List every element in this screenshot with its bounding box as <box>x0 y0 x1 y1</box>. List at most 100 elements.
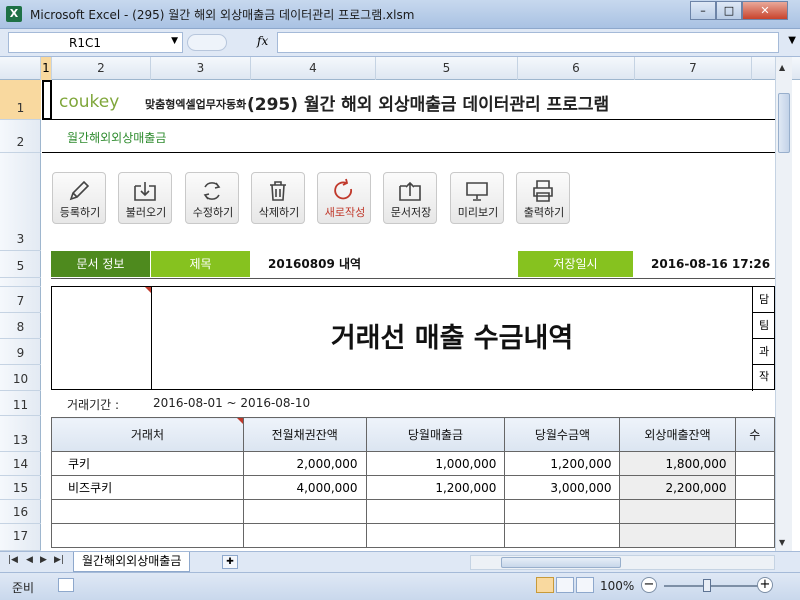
delete-button[interactable]: 삭제하기 <box>251 172 305 224</box>
worksheet-grid[interactable]: coukey 맞춤형엑셀업무자동화 (295) 월간 해외 외상매출금 데이터관… <box>42 80 775 551</box>
column-header[interactable]: 1 <box>41 57 52 80</box>
insert-sheet-icon[interactable]: ✚ <box>222 555 238 569</box>
table-header-row: 거래처 전월채권잔액 당월매출금 당월수금액 외상매출잔액 수 <box>51 417 775 452</box>
register-button-label: 등록하기 <box>59 206 101 219</box>
column-header[interactable]: 2 <box>52 57 151 80</box>
row-header[interactable]: 11 <box>0 391 41 416</box>
row-header[interactable] <box>0 278 41 287</box>
report-header-box: 거래선 매출 수금내역 담 팀 과 작 <box>51 286 775 391</box>
save-document-button[interactable]: 문서저장 <box>383 172 437 224</box>
page-layout-view-button[interactable] <box>556 577 574 593</box>
column-header[interactable]: 3 <box>151 57 251 80</box>
formula-bar: R1C1 ▼ fx ▼ <box>0 29 800 57</box>
table-cell[interactable]: 1,000,000 <box>365 451 506 476</box>
table-row <box>51 523 775 548</box>
comment-indicator <box>236 418 243 424</box>
row-header[interactable]: 14 <box>0 452 41 476</box>
zoom-level[interactable]: 100% <box>600 579 634 593</box>
row-header[interactable]: 1 <box>0 80 41 120</box>
table-cell[interactable] <box>619 499 736 524</box>
table-cell[interactable]: 1,200,000 <box>365 475 506 500</box>
name-box[interactable]: R1C1 ▼ <box>8 32 183 53</box>
table-cell[interactable]: 1,200,000 <box>504 451 621 476</box>
table-cell[interactable] <box>242 499 367 524</box>
table-cell[interactable] <box>734 523 775 548</box>
row-header[interactable]: 8 <box>0 313 41 339</box>
row-header[interactable]: 17 <box>0 524 41 551</box>
logo-brand: coukey <box>59 92 120 112</box>
horizontal-scroll-thumb[interactable] <box>501 557 621 568</box>
column-header[interactable]: 5 <box>376 57 518 80</box>
table-cell[interactable] <box>734 451 775 476</box>
maximize-button[interactable]: □ <box>716 1 742 20</box>
edit-button-label: 수정하기 <box>192 206 234 219</box>
active-cell-r1c1[interactable] <box>42 80 52 120</box>
table-cell[interactable]: 4,000,000 <box>242 475 367 500</box>
table-cell[interactable] <box>365 523 506 548</box>
row-header[interactable]: 10 <box>0 365 41 391</box>
register-button[interactable]: 등록하기 <box>52 172 106 224</box>
sheet-tab-active[interactable]: 월간해외외상매출금 <box>73 552 191 572</box>
table-row: 쿠키 2,000,000 1,000,000 1,200,000 1,800,0… <box>51 451 775 476</box>
excel-app-icon[interactable]: X <box>6 6 22 22</box>
zoom-out-button[interactable]: − <box>641 577 657 593</box>
last-sheet-icon[interactable]: ▶| <box>54 555 64 565</box>
column-headers: 1 2 3 4 5 6 7 <box>0 57 800 80</box>
insert-function-button[interactable]: fx <box>257 34 268 48</box>
page-break-view-button[interactable] <box>576 577 594 593</box>
table-cell[interactable] <box>504 499 621 524</box>
zoom-in-button[interactable]: + <box>757 577 773 593</box>
horizontal-scrollbar[interactable] <box>470 555 775 570</box>
program-title: (295) 월간 해외 외상매출금 데이터관리 프로그램 <box>247 95 610 115</box>
table-cell[interactable]: 비즈쿠키 <box>51 475 244 500</box>
table-cell[interactable] <box>734 475 775 500</box>
table-cell[interactable]: 쿠키 <box>51 451 244 476</box>
table-cell[interactable] <box>51 523 244 548</box>
column-header[interactable]: 6 <box>518 57 635 80</box>
expand-formula-bar-icon[interactable]: ▼ <box>788 35 796 46</box>
table-cell[interactable] <box>504 523 621 548</box>
zoom-slider[interactable] <box>664 579 758 592</box>
printer-icon <box>533 180 553 202</box>
first-sheet-icon[interactable]: |◀ <box>8 555 18 565</box>
scroll-up-icon[interactable]: ▲ <box>779 63 785 72</box>
table-cell[interactable]: 3,000,000 <box>504 475 621 500</box>
row-header[interactable]: 7 <box>0 287 41 313</box>
row-header[interactable]: 13 <box>0 416 41 452</box>
select-all-corner[interactable] <box>0 57 41 80</box>
table-cell[interactable] <box>51 499 244 524</box>
print-button[interactable]: 출력하기 <box>516 172 570 224</box>
table-cell[interactable] <box>619 523 736 548</box>
row-header[interactable]: 2 <box>0 120 41 153</box>
vertical-scroll-thumb[interactable] <box>778 93 790 153</box>
preview-button[interactable]: 미리보기 <box>450 172 504 224</box>
table-cell[interactable]: 1,800,000 <box>619 451 736 476</box>
next-sheet-icon[interactable]: ▶ <box>40 555 47 565</box>
row-header[interactable]: 15 <box>0 476 41 500</box>
column-header[interactable]: 7 <box>635 57 752 80</box>
table-cell[interactable] <box>242 523 367 548</box>
table-cell[interactable] <box>734 499 775 524</box>
new-document-button[interactable]: 새로작성 <box>317 172 371 224</box>
row-header[interactable]: 16 <box>0 500 41 524</box>
title-value[interactable]: 20160809 내역 <box>268 251 361 277</box>
row-header[interactable]: 5 <box>0 251 41 278</box>
minimize-button[interactable]: – <box>690 1 716 20</box>
macro-record-icon[interactable] <box>58 578 74 592</box>
formula-input[interactable] <box>277 32 779 53</box>
normal-view-button[interactable] <box>536 577 554 593</box>
table-cell[interactable]: 2,000,000 <box>242 451 367 476</box>
table-cell[interactable] <box>365 499 506 524</box>
row-header[interactable]: 9 <box>0 339 41 365</box>
close-button[interactable]: ✕ <box>742 1 788 20</box>
column-header[interactable]: 4 <box>251 57 376 80</box>
table-cell[interactable]: 2,200,000 <box>619 475 736 500</box>
row-header[interactable]: 3 <box>0 153 41 251</box>
vertical-scrollbar[interactable]: ▲ ▼ <box>775 57 792 551</box>
chevron-down-icon[interactable]: ▼ <box>171 36 178 46</box>
edit-button[interactable]: 수정하기 <box>185 172 239 224</box>
scroll-down-icon[interactable]: ▼ <box>779 538 785 547</box>
load-button[interactable]: 불러오기 <box>118 172 172 224</box>
prev-sheet-icon[interactable]: ◀ <box>26 555 33 565</box>
zoom-slider-knob[interactable] <box>703 579 711 592</box>
